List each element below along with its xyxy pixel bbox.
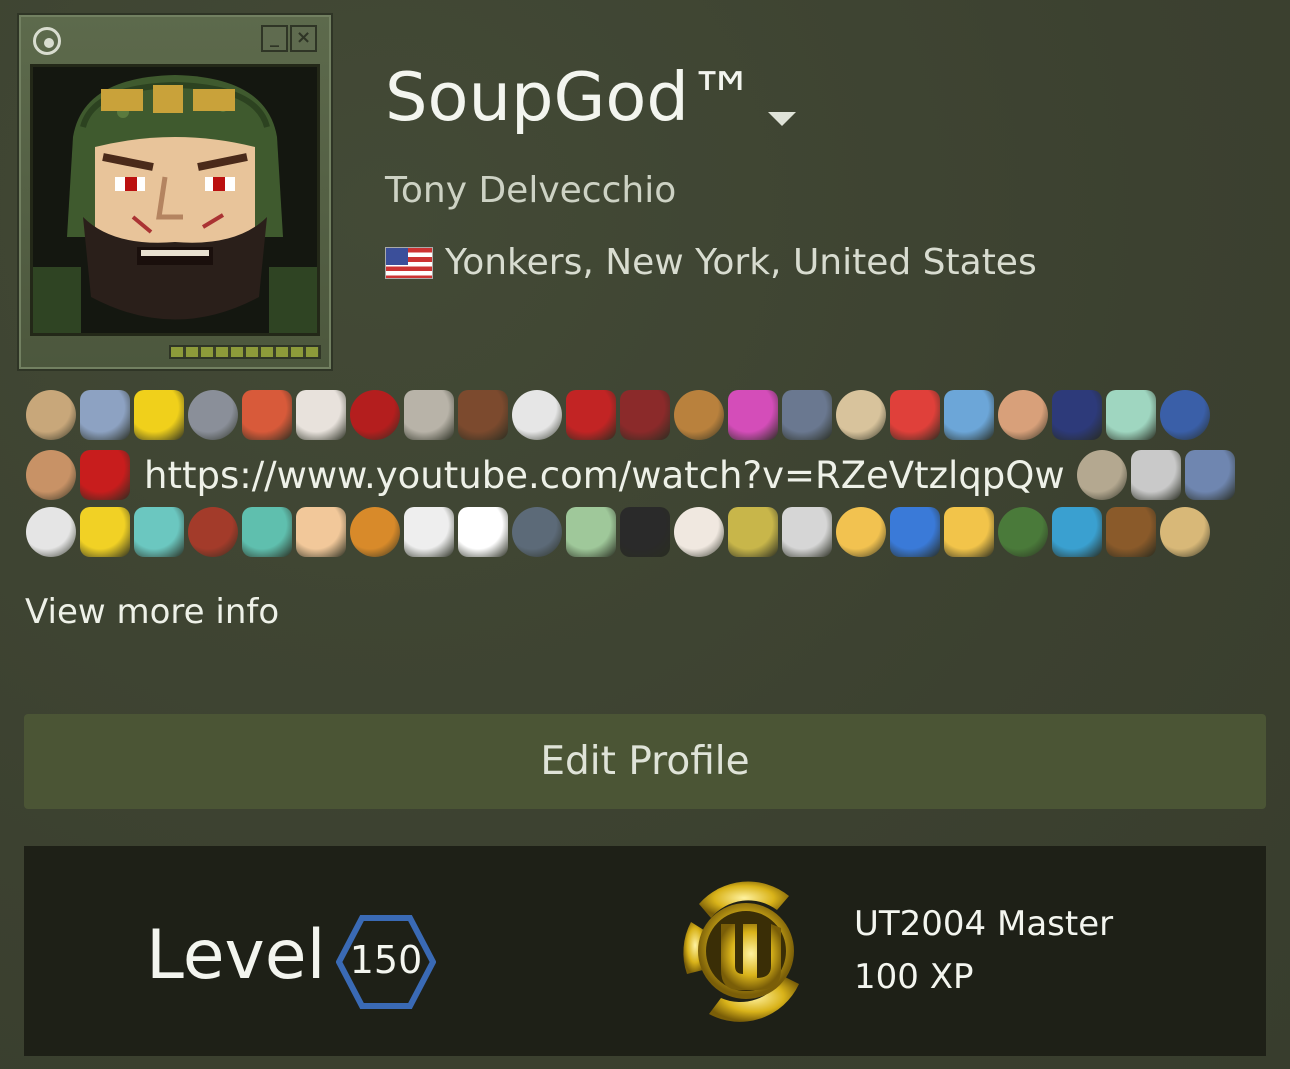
emoticon-icon — [782, 390, 832, 440]
emoticon-icon — [242, 507, 292, 557]
avatar-frame[interactable]: _ × — [17, 13, 333, 371]
emoticon-row-2: https://www.youtube.com/watch?v=RZeVtzlq… — [26, 450, 1239, 500]
emoticon-icon — [944, 507, 994, 557]
emoticon-icon — [998, 390, 1048, 440]
emoticon-icon — [620, 507, 670, 557]
summary-youtube-link[interactable]: https://www.youtube.com/watch?v=RZeVtzlq… — [144, 454, 1065, 497]
emoticon-icon — [134, 507, 184, 557]
emoticon-icon — [26, 390, 76, 440]
emoticon-icon — [512, 390, 562, 440]
location-row: Yonkers, New York, United States — [385, 242, 1037, 283]
level-panel: Level 150 UT2004 Master 100 XP — [24, 846, 1266, 1056]
badge-xp: 100 XP — [854, 957, 974, 997]
emoticon-icon — [566, 507, 616, 557]
location: Yonkers, New York, United States — [445, 242, 1037, 283]
emoticon-icon — [80, 507, 130, 557]
emoticon-icon — [458, 507, 508, 557]
persona-name: SoupGod™ — [385, 58, 756, 136]
avatar — [30, 64, 320, 336]
emoticon-icon — [404, 507, 454, 557]
emoticon-group-right — [1076, 450, 1239, 500]
profile-page: _ × SoupGod™ Tony Delvecchio Yonkers, Ne… — [0, 0, 1290, 1069]
emoticon-icon — [944, 390, 994, 440]
emoticon-row-1 — [26, 390, 1214, 440]
emoticon-icon — [296, 507, 346, 557]
emoticon-icon — [836, 507, 886, 557]
emoticon-icon — [620, 390, 670, 440]
emoticon-icon — [890, 507, 940, 557]
minimize-icon: _ — [261, 25, 288, 52]
emoticon-icon — [26, 450, 76, 500]
emoticon-icon — [188, 507, 238, 557]
us-flag-icon — [385, 246, 433, 279]
emoticon-icon — [512, 507, 562, 557]
persona-dropdown-icon[interactable] — [768, 112, 796, 126]
avatar-image — [33, 67, 317, 333]
emoticon-icon — [728, 507, 778, 557]
view-more-info-link[interactable]: View more info — [25, 592, 279, 632]
emoticon-icon — [782, 507, 832, 557]
emoticon-row-3 — [26, 507, 1214, 557]
emoticon-icon — [1052, 390, 1102, 440]
emoticon-group-left — [26, 450, 134, 500]
emoticon-icon — [134, 390, 184, 440]
emoticon-icon — [1106, 390, 1156, 440]
emoticon-icon — [1160, 507, 1210, 557]
close-icon: × — [290, 25, 317, 52]
unreal-tournament-badge-icon[interactable] — [669, 874, 823, 1028]
emoticon-icon — [1076, 450, 1127, 500]
emoticon-icon — [350, 390, 400, 440]
edit-profile-button[interactable]: Edit Profile — [24, 714, 1266, 809]
level-value: 150 — [349, 938, 423, 982]
emoticon-icon — [350, 507, 400, 557]
emoticon-icon — [836, 390, 886, 440]
frame-grille — [169, 345, 321, 359]
emoticon-icon — [890, 390, 940, 440]
emoticon-icon — [674, 390, 724, 440]
level-label: Level — [146, 916, 326, 995]
emoticon-icon — [674, 507, 724, 557]
emoticon-icon — [80, 450, 130, 500]
emoticon-icon — [404, 390, 454, 440]
emoticon-icon — [458, 390, 508, 440]
emoticon-icon — [1106, 507, 1156, 557]
emoticon-icon — [998, 507, 1048, 557]
emoticon-icon — [1130, 450, 1181, 500]
emoticon-icon — [1052, 507, 1102, 557]
steam-logo-icon — [33, 27, 61, 55]
emoticon-icon — [80, 390, 130, 440]
emoticon-icon — [296, 390, 346, 440]
emoticon-icon — [728, 390, 778, 440]
emoticon-icon — [1160, 390, 1210, 440]
emoticon-icon — [242, 390, 292, 440]
real-name: Tony Delvecchio — [385, 170, 677, 211]
emoticon-icon — [26, 507, 76, 557]
emoticon-icon — [566, 390, 616, 440]
badge-name: UT2004 Master — [854, 904, 1114, 944]
emoticon-icon — [1184, 450, 1235, 500]
emoticon-icon — [188, 390, 238, 440]
